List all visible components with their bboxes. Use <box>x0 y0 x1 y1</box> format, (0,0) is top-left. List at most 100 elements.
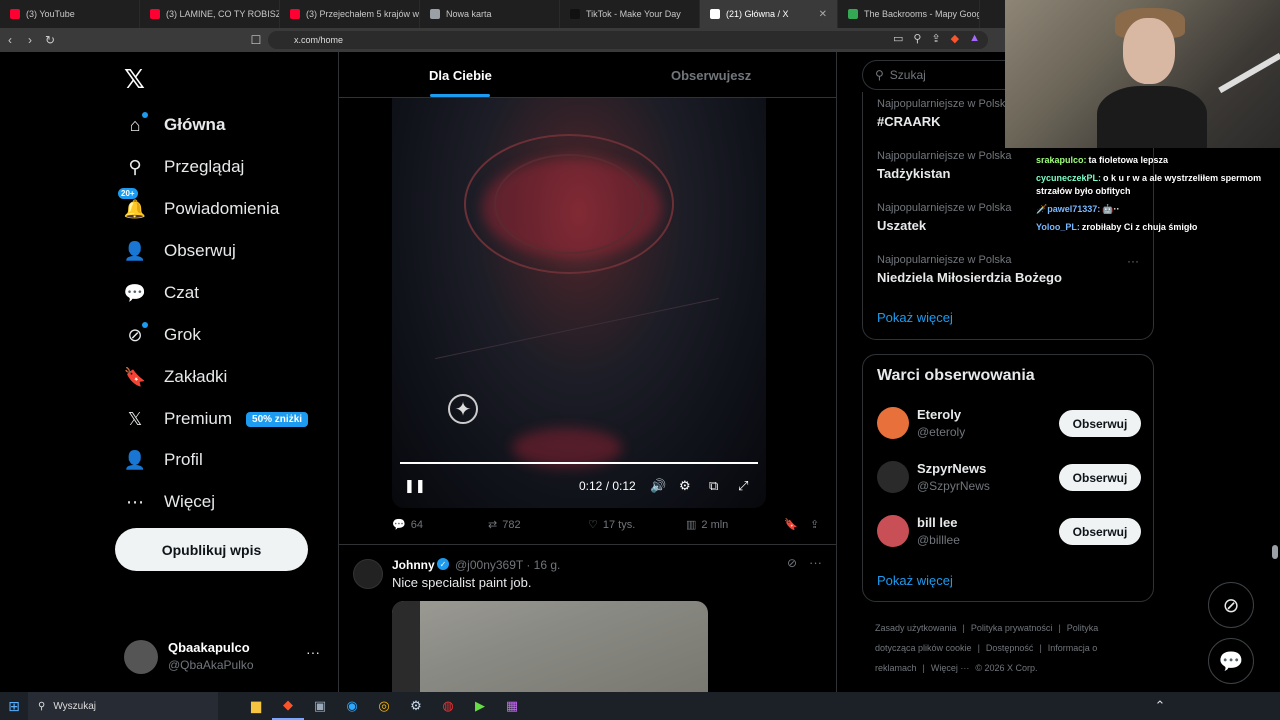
chrome-icon[interactable]: ◎ <box>368 692 400 720</box>
webcam-body <box>1097 86 1207 148</box>
reload-icon[interactable]: ↻ <box>40 33 60 47</box>
system-tray-icon[interactable]: ⌃ <box>1144 692 1176 720</box>
share-icon[interactable]: ⇪ <box>931 32 940 45</box>
taskbar-search[interactable]: ⚲ Wyszukaj <box>28 692 218 720</box>
avatar[interactable] <box>877 407 909 439</box>
profile-icon: 👤 <box>123 449 147 470</box>
tweet[interactable]: Johnny ✓ @j00ny369T · 16 g. ⊘ ··· Nice s… <box>339 545 836 692</box>
follow-button[interactable]: Obserwuj <box>1059 518 1141 545</box>
follow-button[interactable]: Obserwuj <box>1059 410 1141 437</box>
pause-icon[interactable]: ❚❚ <box>404 478 426 494</box>
trend-item[interactable]: Najpopularniejsze w Polska Tadżykistan <box>877 150 1012 181</box>
fullscreen-icon[interactable]: ⤢ <box>738 478 748 494</box>
footer-link[interactable]: Więcej ··· <box>931 663 970 673</box>
file-explorer-icon[interactable]: ▆ <box>240 692 272 720</box>
brave-browser-icon[interactable]: ◆ <box>272 692 304 720</box>
app-icon[interactable]: ▣ <box>304 692 336 720</box>
grok-icon[interactable]: ⊘ <box>787 556 797 570</box>
avatar[interactable] <box>353 559 383 589</box>
follow-button[interactable]: Obserwuj <box>1059 464 1141 491</box>
steam-icon[interactable]: ⚙ <box>400 692 432 720</box>
show-more-link[interactable]: Pokaż więcej <box>877 573 953 588</box>
suggestion-name[interactable]: Eteroly <box>917 407 961 422</box>
video-frame-roof-line <box>435 297 719 360</box>
tab-favicon-icon <box>430 9 440 19</box>
premium-discount-badge[interactable]: 50% zniżki <box>246 411 309 427</box>
tab-title: (21) Główna / X <box>726 9 789 19</box>
video-player[interactable]: ✦ ❚❚ 0:12 / 0:12 🔊 ⚙ ⧉ ⤢ <box>392 98 766 508</box>
browser-tab[interactable]: TikTok - Make Your Day <box>560 0 700 28</box>
trend-more-icon[interactable]: ··· <box>1127 254 1139 268</box>
reply-count: 64 <box>410 518 423 531</box>
post-button[interactable]: Opublikuj wpis <box>115 528 308 571</box>
repost-button[interactable]: ⇄ 782 <box>488 518 521 532</box>
nav-item-chat[interactable]: 💬 Czat <box>124 280 199 306</box>
media-player-icon[interactable]: ▶ <box>464 692 496 720</box>
video-progress-bar[interactable] <box>400 462 758 464</box>
browser-tab[interactable]: (3) LAMINE, CO TY ROBISZ? Z <box>140 0 280 28</box>
more-icon[interactable]: ··· <box>306 644 320 660</box>
settings-gear-icon[interactable]: ⚙ <box>679 478 691 494</box>
reply-button[interactable]: 💬 64 <box>392 518 423 532</box>
browser-tab[interactable]: (3) YouTube <box>0 0 140 28</box>
views-button[interactable]: ▥ 2 mln <box>686 518 728 532</box>
suggestion-name[interactable]: SzpyrNews <box>917 461 986 476</box>
url-field[interactable]: x.com/home <box>268 31 988 49</box>
nav-item-grok[interactable]: ⊘ Grok <box>124 322 201 348</box>
trend-item[interactable]: Najpopularniejsze w Polska Niedziela Miło… <box>877 254 1062 285</box>
nav-item-bookmark[interactable]: 🔖 Zakładki <box>124 364 228 390</box>
avatar[interactable] <box>877 515 909 547</box>
x-logo-icon[interactable]: 𝕏 <box>124 64 145 95</box>
more-icon[interactable]: ··· <box>809 555 822 570</box>
grok-fab-icon[interactable]: ⊘ <box>1208 582 1254 628</box>
footer-link[interactable]: Dostępność <box>986 643 1034 653</box>
avatar[interactable] <box>877 461 909 493</box>
footer-link[interactable]: © 2026 X Corp. <box>975 663 1037 673</box>
zoom-icon[interactable]: ⚲ <box>913 32 921 45</box>
forward-icon[interactable]: › <box>20 33 40 47</box>
trend-item[interactable]: Najpopularniejsze w Polska Uszatek <box>877 202 1012 233</box>
bookmark-page-icon[interactable]: ☐ <box>246 33 266 47</box>
edge-icon[interactable]: ◉ <box>336 692 368 720</box>
browser-tab[interactable]: Nowa karta <box>420 0 560 28</box>
scrollbar[interactable] <box>1272 545 1278 559</box>
volume-icon[interactable]: 🔊 <box>650 478 666 494</box>
browser-tab[interactable]: (21) Główna / X ✕ <box>700 0 838 28</box>
footer-link[interactable]: Zasady użytkowania <box>875 623 957 633</box>
windows-start-icon[interactable]: ⊞ <box>0 692 28 720</box>
nav-item-profile[interactable]: 👤 Profil <box>124 447 203 473</box>
tweet-author-name[interactable]: Johnny <box>392 558 435 572</box>
trend-item[interactable]: Najpopularniejsze w Polska #CRAARK <box>877 98 1012 129</box>
back-icon[interactable]: ‹ <box>0 33 20 47</box>
chat-username: srakapulco: <box>1036 155 1087 165</box>
footer-link[interactable]: Polityka prywatności <box>971 623 1053 633</box>
nav-item-follow[interactable]: 👤 Obserwuj <box>124 238 236 264</box>
nav-item-x-premium[interactable]: 𝕏 Premium 50% zniżki <box>124 406 309 432</box>
follow-suggestion[interactable]: Eteroly @eteroly Obserwuj <box>877 405 1141 443</box>
brave-shield-icon[interactable]: ◆ <box>951 32 959 45</box>
account-switcher[interactable]: Qbaakapulco @QbaAkaPulko ··· <box>124 636 324 676</box>
picture-in-picture-icon[interactable]: ⧉ <box>709 478 718 494</box>
share-button[interactable]: ⇪ <box>810 518 819 531</box>
like-button[interactable]: ♡ 17 tys. <box>588 518 635 532</box>
nav-item-bell[interactable]: 🔔 20+ Powiadomienia <box>118 188 279 222</box>
nav-item-search[interactable]: ⚲ Przeglądaj <box>124 154 244 180</box>
brave-rewards-icon[interactable]: ▲ <box>969 32 980 45</box>
nav-item-more[interactable]: ⋯ Więcej <box>124 489 215 515</box>
nav-item-home[interactable]: ⌂ Główna <box>124 112 225 138</box>
tab-following[interactable]: Obserwujesz <box>671 68 751 83</box>
game-icon[interactable]: ▦ <box>496 692 528 720</box>
follow-suggestion[interactable]: bill lee @billlee Obserwuj <box>877 513 1141 551</box>
cast-icon[interactable]: ▭ <box>893 32 903 45</box>
tweet-image[interactable] <box>392 601 708 692</box>
browser-tab[interactable]: (3) Przejechałem 5 krajów w 7 <box>280 0 420 28</box>
obs-icon[interactable]: ◍ <box>432 692 464 720</box>
tab-for-you[interactable]: Dla Ciebie <box>429 68 492 83</box>
browser-tab[interactable]: The Backrooms - Mapy Goog <box>838 0 980 28</box>
show-more-link[interactable]: Pokaż więcej <box>877 310 953 325</box>
follow-suggestion[interactable]: SzpyrNews @SzpyrNews Obserwuj <box>877 459 1141 497</box>
bookmark-button[interactable]: 🔖 <box>784 518 798 531</box>
close-tab-icon[interactable]: ✕ <box>819 9 827 20</box>
messages-fab-icon[interactable]: 💬 <box>1208 638 1254 684</box>
suggestion-name[interactable]: bill lee <box>917 515 957 530</box>
